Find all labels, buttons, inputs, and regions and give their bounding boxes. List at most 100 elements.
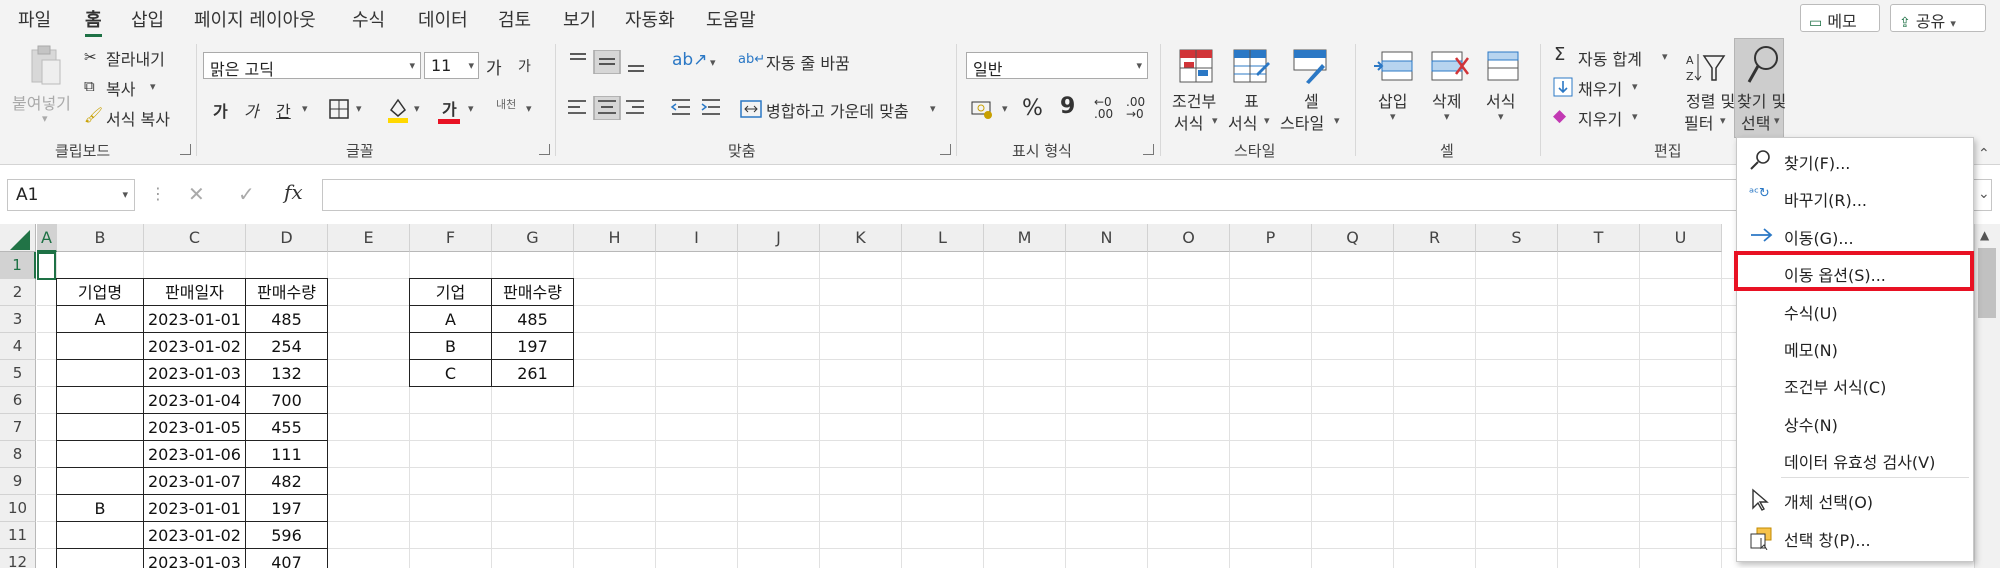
font-name-select[interactable]: 맑은 고딕 ▾ bbox=[203, 52, 421, 79]
percent-button[interactable]: % bbox=[1022, 96, 1043, 121]
row-header[interactable]: 8 bbox=[0, 441, 36, 468]
menu-item-selection-pane[interactable]: 선택 창(P)... bbox=[1737, 519, 1973, 555]
sort-filter-button[interactable]: 정렬 및 bbox=[1686, 88, 1735, 112]
table-cell[interactable] bbox=[56, 468, 144, 495]
vertical-align-icons[interactable] bbox=[566, 50, 666, 74]
row-header[interactable]: 1 bbox=[0, 252, 36, 279]
scroll-thumb[interactable] bbox=[1978, 248, 1996, 318]
column-header[interactable]: O bbox=[1148, 224, 1230, 252]
row-header[interactable]: 5 bbox=[0, 360, 36, 387]
format-as-table-button[interactable]: 표 bbox=[1244, 88, 1259, 112]
chevron-down-icon[interactable]: ▾ bbox=[1212, 114, 1218, 127]
increase-decimal-icon[interactable]: ←0.00 bbox=[1094, 96, 1113, 120]
cell-styles-button[interactable]: 셀 bbox=[1304, 88, 1319, 112]
table-cell[interactable]: 기업 bbox=[409, 278, 492, 306]
orientation-icon[interactable]: ab↗ bbox=[672, 50, 707, 70]
row-header[interactable]: 6 bbox=[0, 387, 36, 414]
column-header[interactable]: N bbox=[1066, 224, 1148, 252]
tab-view[interactable]: 보기 bbox=[563, 6, 596, 32]
table-cell[interactable]: 2023-01-02 bbox=[144, 333, 246, 360]
menu-item-replace[interactable]: ᵃᶜ↻ 바꾸기(R)... bbox=[1737, 179, 1973, 215]
comma-button[interactable]: 9 bbox=[1060, 94, 1075, 119]
chevron-down-icon[interactable]: ▾ bbox=[1444, 110, 1450, 123]
table-cell[interactable] bbox=[56, 360, 144, 387]
worksheet-grid[interactable]: ABCDEFGHIJKLMNOPQRSTU 1 2 3 4 5 6 7 8 9 10 11 12 기업… bbox=[0, 224, 1960, 568]
table-cell[interactable]: 197 bbox=[246, 495, 328, 522]
column-header[interactable]: C bbox=[144, 224, 246, 252]
column-header[interactable]: B bbox=[57, 224, 144, 252]
chevron-down-icon[interactable]: ▾ bbox=[1334, 114, 1340, 127]
table-cell[interactable]: 485 bbox=[246, 306, 328, 333]
merge-center-button[interactable]: 병합하고 가운데 맞춤 bbox=[766, 98, 909, 122]
column-header[interactable]: R bbox=[1394, 224, 1476, 252]
column-header[interactable]: I bbox=[656, 224, 738, 252]
accounting-format-icon[interactable] bbox=[970, 98, 996, 120]
underline-dropdown-icon[interactable]: ▾ bbox=[302, 102, 308, 115]
tab-review[interactable]: 검토 bbox=[498, 6, 531, 32]
table-cell[interactable]: B bbox=[56, 495, 144, 522]
shrink-font-button[interactable]: 가 bbox=[518, 56, 531, 76]
row-header[interactable]: 7 bbox=[0, 414, 36, 441]
column-header[interactable]: A bbox=[37, 224, 57, 252]
table-cell[interactable]: 판매수량 bbox=[246, 278, 328, 306]
collapse-ribbon-icon[interactable]: ⌃ bbox=[1978, 146, 1990, 162]
column-header[interactable]: G bbox=[492, 224, 574, 252]
table-cell[interactable]: 2023-01-04 bbox=[144, 387, 246, 414]
menu-item-conditional-formatting[interactable]: 조건부 서식(C) bbox=[1737, 366, 1973, 402]
column-header[interactable]: J bbox=[738, 224, 820, 252]
insert-cells-button[interactable]: 삽입 bbox=[1378, 88, 1407, 112]
share-button[interactable]: ⇪ 공유 ▾ bbox=[1890, 4, 1986, 32]
table-cell[interactable] bbox=[56, 333, 144, 360]
grow-font-button[interactable]: 가 bbox=[486, 54, 502, 79]
font-color-button[interactable]: 가 bbox=[442, 96, 457, 120]
copy-dropdown-icon[interactable]: ▾ bbox=[150, 80, 156, 93]
tab-help[interactable]: 도움말 bbox=[706, 6, 756, 32]
table-cell[interactable]: 455 bbox=[246, 414, 328, 441]
table-cell[interactable]: 197 bbox=[492, 333, 574, 360]
column-header[interactable]: P bbox=[1230, 224, 1312, 252]
tab-data[interactable]: 데이터 bbox=[418, 6, 468, 32]
tab-formulas[interactable]: 수식 bbox=[352, 6, 385, 32]
row-header[interactable]: 4 bbox=[0, 333, 36, 360]
row-header[interactable]: 12 bbox=[0, 549, 36, 568]
borders-icon[interactable] bbox=[328, 98, 350, 120]
comment-button[interactable]: ▭ 메모 bbox=[1800, 4, 1880, 32]
row-header[interactable]: 10 bbox=[0, 495, 36, 522]
table-cell[interactable]: 2023-01-07 bbox=[144, 468, 246, 495]
paste-dropdown-icon[interactable]: ▾ bbox=[42, 112, 48, 125]
tab-file[interactable]: 파일 bbox=[18, 6, 51, 32]
table-cell[interactable]: 482 bbox=[246, 468, 328, 495]
format-cells-button[interactable]: 서식 bbox=[1486, 88, 1515, 112]
alignment-launcher-icon[interactable] bbox=[940, 144, 951, 155]
borders-dropdown-icon[interactable]: ▾ bbox=[356, 102, 362, 115]
column-header[interactable]: M bbox=[984, 224, 1066, 252]
table-cell[interactable]: 2023-01-01 bbox=[144, 495, 246, 522]
menu-item-find[interactable]: 찾기(F)... bbox=[1737, 142, 1973, 178]
chevron-down-icon[interactable]: ▾ bbox=[1498, 110, 1504, 123]
name-box[interactable]: A1 ▾ bbox=[7, 179, 135, 211]
tab-home[interactable]: 홈 bbox=[85, 6, 102, 37]
indent-icons[interactable] bbox=[670, 96, 726, 120]
table-cell[interactable]: 254 bbox=[246, 333, 328, 360]
insert-function-button[interactable]: fx bbox=[284, 180, 303, 204]
accounting-dropdown-icon[interactable]: ▾ bbox=[1002, 102, 1008, 115]
table-cell[interactable]: 111 bbox=[246, 441, 328, 468]
font-launcher-icon[interactable] bbox=[539, 144, 550, 155]
conditional-format-button-line2[interactable]: 서식 bbox=[1174, 110, 1203, 134]
table-cell[interactable]: A bbox=[56, 306, 144, 333]
column-header[interactable]: S bbox=[1476, 224, 1558, 252]
menu-item-constants[interactable]: 상수(N) bbox=[1737, 404, 1973, 440]
table-cell[interactable]: 2023-01-06 bbox=[144, 441, 246, 468]
row-header[interactable]: 2 bbox=[0, 279, 36, 306]
clear-button[interactable]: 지우기 bbox=[1578, 106, 1622, 130]
cut-button[interactable]: 잘라내기 bbox=[106, 46, 165, 70]
table-cell[interactable]: 기업명 bbox=[56, 278, 144, 306]
table-cell[interactable] bbox=[56, 549, 144, 568]
underline-button[interactable]: 간 bbox=[276, 98, 291, 122]
table-cell[interactable]: 132 bbox=[246, 360, 328, 387]
format-painter-button[interactable]: 서식 복사 bbox=[106, 106, 170, 130]
delete-cells-button[interactable]: 삭제 bbox=[1432, 88, 1461, 112]
column-header[interactable]: Q bbox=[1312, 224, 1394, 252]
italic-button[interactable]: 가 bbox=[244, 98, 259, 122]
chevron-down-icon[interactable]: ▾ bbox=[1632, 80, 1638, 93]
